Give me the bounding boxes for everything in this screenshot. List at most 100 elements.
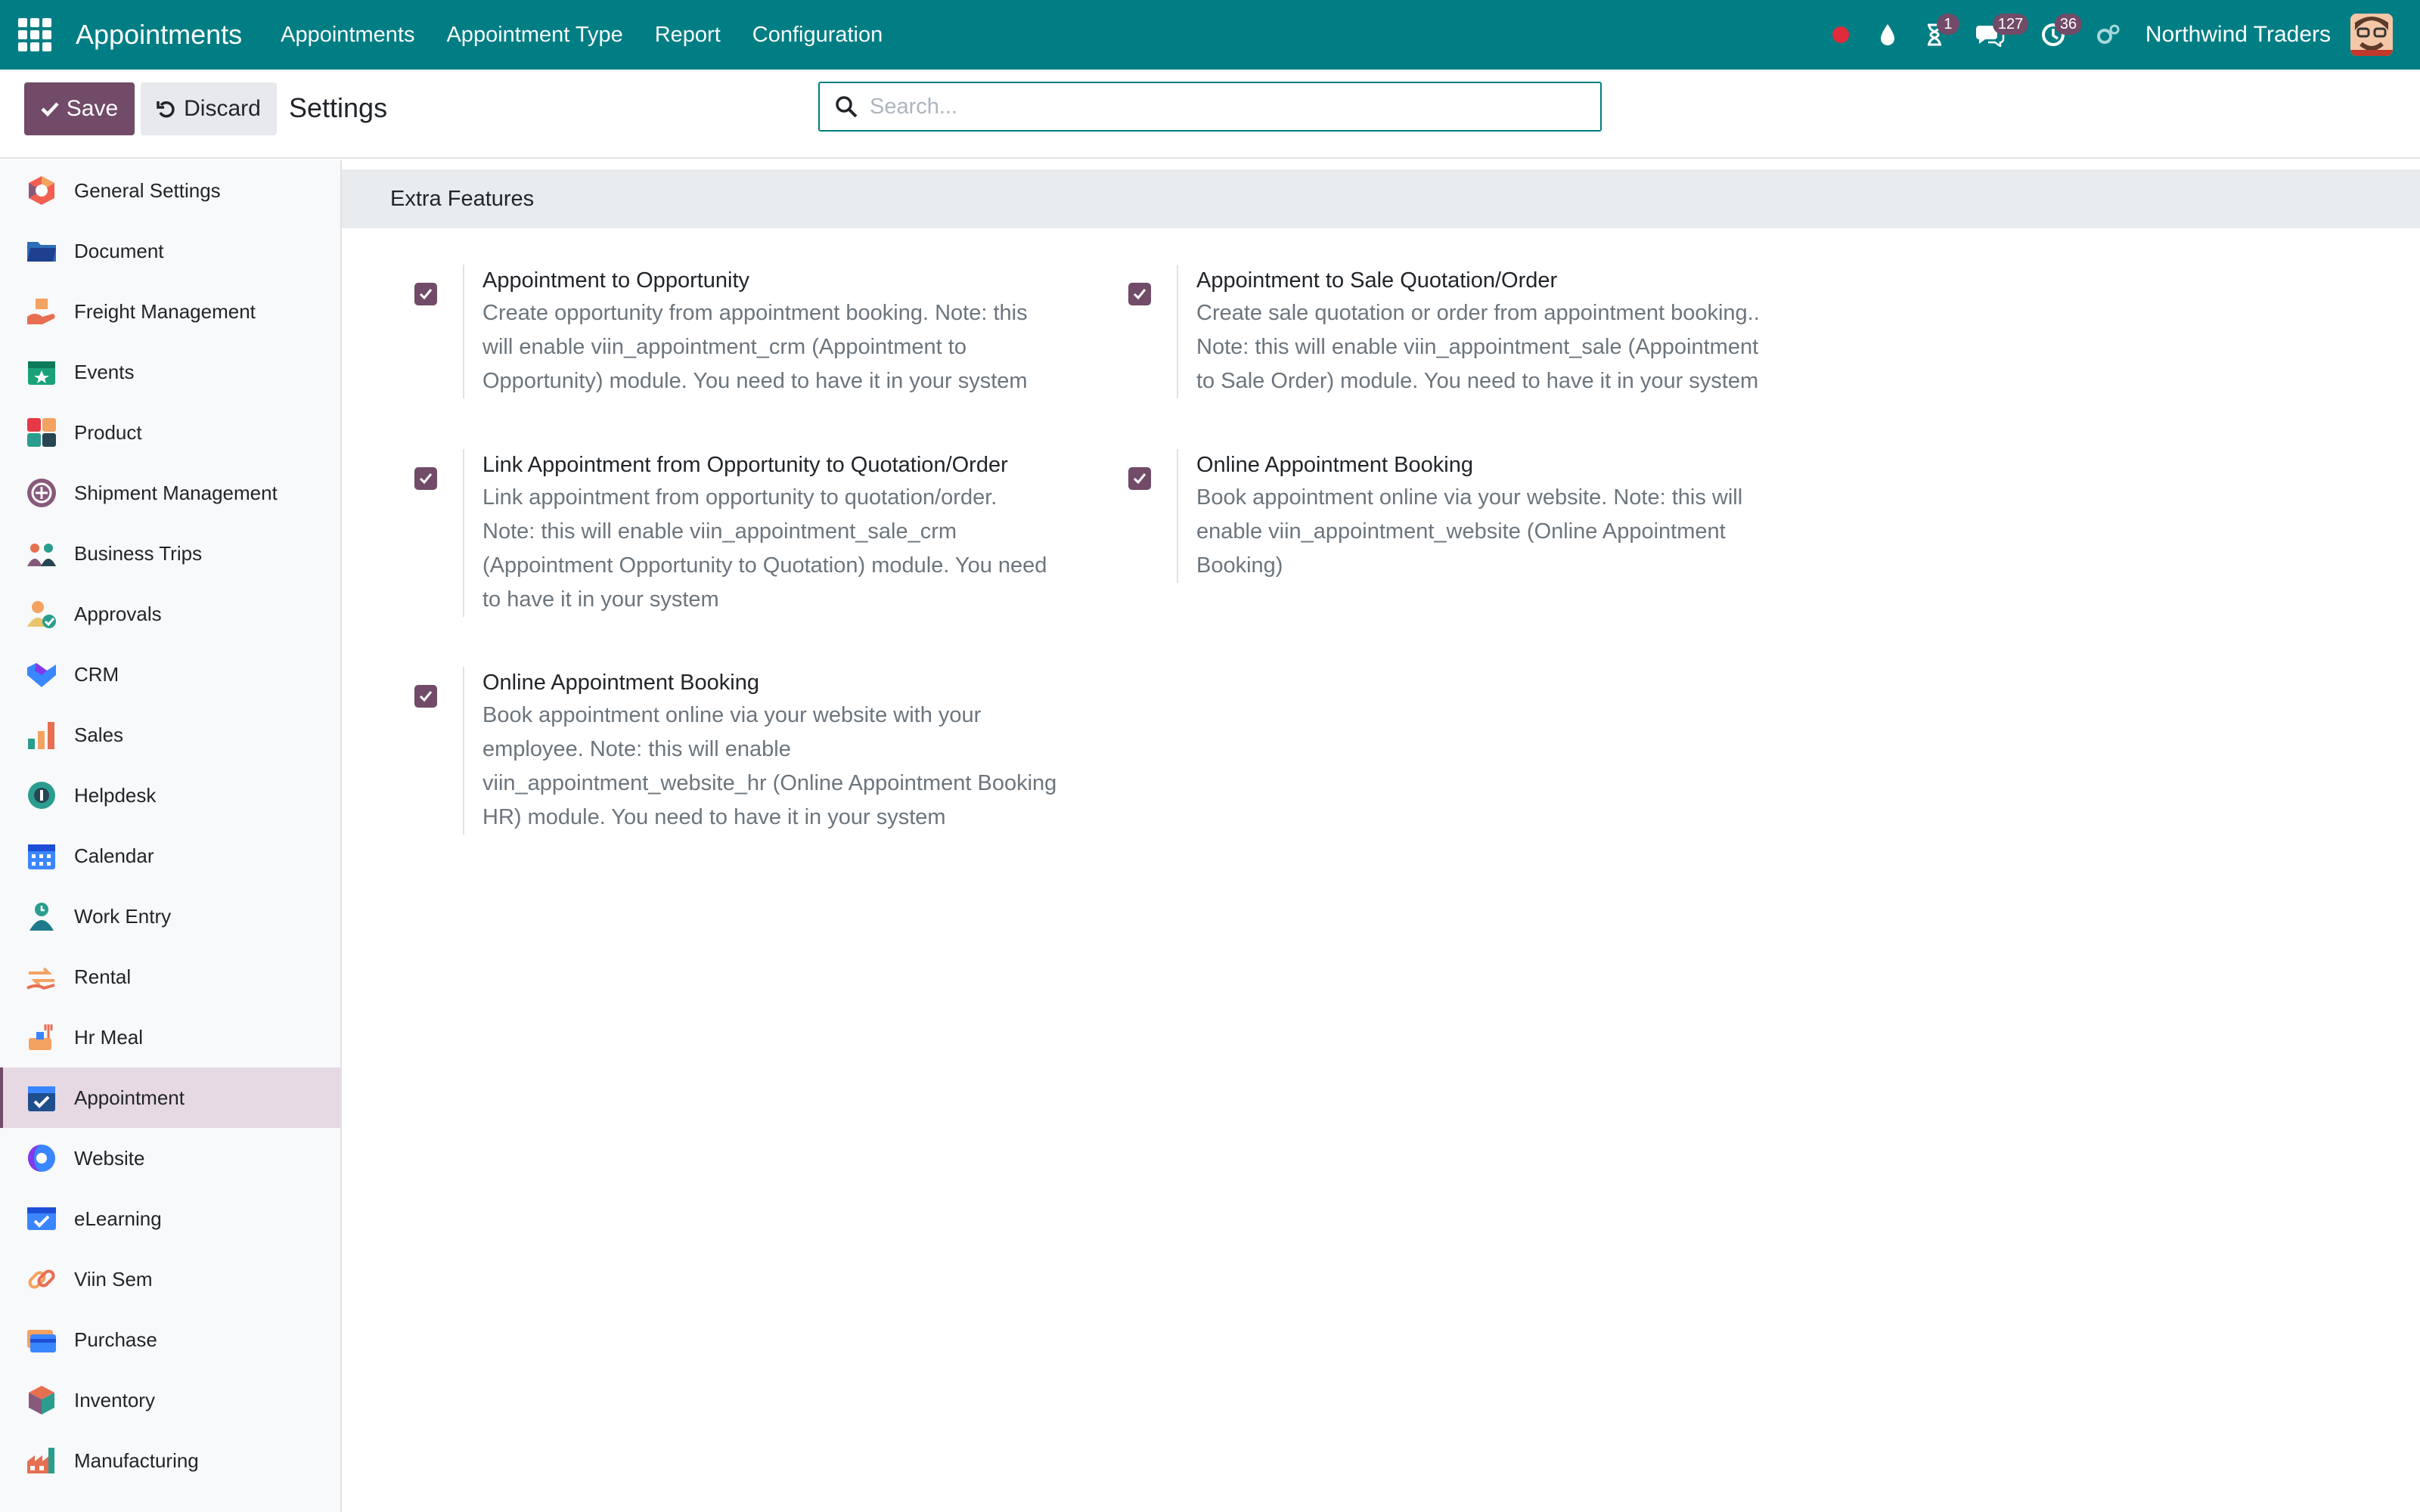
sidebar-item-freight-management[interactable]: Freight Management [0, 281, 340, 342]
setting-label[interactable]: Online Appointment Booking [1196, 449, 1742, 481]
sidebar-item-document[interactable]: Document [0, 221, 340, 281]
shipment-icon [26, 477, 57, 509]
sidebar-item-hr-meal[interactable]: Hr Meal [0, 1007, 340, 1067]
rental-icon [26, 961, 57, 993]
general-settings-icon [26, 175, 57, 206]
app-brand[interactable]: Appointments [76, 19, 242, 51]
menu-report[interactable]: Report [655, 23, 721, 48]
desc-line: Book appointment online via your website… [1196, 485, 1743, 510]
sidebar-item-elearning[interactable]: eLearning [0, 1188, 340, 1249]
sidebar-item-label: eLearning [74, 1207, 162, 1230]
sidebar-item-label: Product [74, 420, 142, 444]
setting-description: Book appointment online via your website… [1196, 481, 1742, 583]
sidebar-item-label: Viin Sem [74, 1267, 153, 1290]
section-title: Extra Features [390, 186, 535, 211]
viin-sem-icon [26, 1263, 57, 1295]
hr-meal-icon [26, 1021, 57, 1053]
setting-description: Create sale quotation or order from appo… [1196, 296, 1760, 398]
setting-description: Book appointment online via your website… [482, 699, 1056, 835]
sidebar-item-events[interactable]: Events [0, 342, 340, 402]
messages-icon[interactable]: 127 [1958, 0, 2029, 70]
sidebar-item-crm[interactable]: CRM [0, 644, 340, 705]
sidebar-item-label: Shipment Management [74, 481, 278, 504]
checkbox-online-appointment-booking[interactable] [1128, 467, 1151, 490]
search-input[interactable] [870, 94, 1550, 119]
sidebar-item-appointment[interactable]: Appointment [0, 1067, 340, 1128]
checkbox-online-appointment-booking-hr[interactable] [414, 685, 437, 708]
search-box[interactable] [818, 82, 1602, 132]
sidebar-item-label: Freight Management [74, 299, 256, 323]
setting-body: Online Appointment Booking Book appointm… [1177, 449, 1742, 583]
desc-line: (Appointment Opportunity to Quotation) m… [482, 553, 1047, 578]
sidebar-item-manufacturing[interactable]: Manufacturing [0, 1430, 340, 1491]
sidebar-item-business-trips[interactable]: Business Trips [0, 523, 340, 584]
sidebar-item-purchase[interactable]: Purchase [0, 1309, 340, 1370]
sidebar-item-inventory[interactable]: Inventory [0, 1370, 340, 1430]
menu-configuration[interactable]: Configuration [752, 23, 883, 48]
sidebar-item-label: Business Trips [74, 541, 203, 565]
sidebar-item-label: Manufacturing [74, 1448, 199, 1472]
setting-body: Appointment to Opportunity Create opport… [463, 265, 1028, 398]
purchase-icon [26, 1324, 57, 1356]
discard-button[interactable]: Discard [141, 82, 277, 135]
menu-appointment-type[interactable]: Appointment Type [446, 23, 622, 48]
sidebar-item-label: Sales [74, 723, 124, 746]
sidebar-item-calendar[interactable]: Calendar [0, 826, 340, 886]
setting-body: Link Appointment from Opportunity to Quo… [463, 449, 1047, 617]
desc-line: Create opportunity from appointment book… [482, 301, 1028, 325]
setting-label[interactable]: Appointment to Opportunity [482, 265, 1028, 296]
desc-line: viin_appointment_website_hr (Online Appo… [482, 771, 1057, 795]
setting-label[interactable]: Appointment to Sale Quotation/Order [1196, 265, 1760, 296]
inventory-icon [26, 1384, 57, 1416]
drop-icon[interactable] [1864, 0, 1911, 70]
sidebar-item-work-entry[interactable]: Work Entry [0, 886, 340, 947]
activities-badge: 1 [1936, 14, 1959, 35]
sidebar-item-label: Purchase [74, 1328, 157, 1351]
sidebar-item-general-settings[interactable]: General Settings [0, 160, 340, 221]
manufacturing-icon [26, 1445, 57, 1476]
setting-label[interactable]: Online Appointment Booking [482, 667, 1056, 699]
setting-body: Appointment to Sale Quotation/Order Crea… [1177, 265, 1760, 398]
sidebar-item-label: Calendar [74, 844, 154, 867]
sidebar-item-label: Rental [74, 965, 132, 988]
setting-description: Link appointment from opportunity to quo… [482, 481, 1047, 617]
sidebar-item-label: General Settings [74, 178, 221, 202]
folder-icon [26, 235, 57, 267]
recording-icon[interactable] [1817, 0, 1864, 70]
menu-appointments[interactable]: Appointments [281, 23, 414, 48]
sidebar-item-label: Document [74, 239, 164, 262]
apps-menu-icon[interactable] [0, 0, 70, 70]
sidebar-item-label: Work Entry [74, 904, 172, 928]
setting-label[interactable]: Link Appointment from Opportunity to Quo… [482, 449, 1047, 481]
checkbox-link-appointment[interactable] [414, 467, 437, 490]
sidebar-item-helpdesk[interactable]: Helpdesk [0, 765, 340, 826]
user-avatar[interactable] [2350, 14, 2393, 56]
sidebar-item-sales[interactable]: Sales [0, 705, 340, 765]
approvals-icon [26, 598, 57, 630]
sidebar-item-shipment-management[interactable]: Shipment Management [0, 463, 340, 523]
helpdesk-icon [26, 779, 57, 811]
top-navbar: Appointments Appointments Appointment Ty… [0, 0, 2420, 70]
desc-line: Link appointment from opportunity to quo… [482, 485, 997, 510]
checkbox-appointment-to-sale[interactable] [1128, 283, 1151, 305]
sidebar-item-label: Approvals [74, 602, 162, 625]
desc-line: Note: this will enable viin_appointment_… [1196, 335, 1759, 359]
company-name[interactable]: Northwind Traders [2145, 22, 2331, 48]
setting-description: Create opportunity from appointment book… [482, 296, 1028, 398]
sidebar-item-approvals[interactable]: Approvals [0, 584, 340, 644]
sidebar-item-rental[interactable]: Rental [0, 947, 340, 1007]
sidebar-item-product[interactable]: Product [0, 402, 340, 463]
calendar-icon [26, 840, 57, 872]
save-button[interactable]: Save [24, 82, 135, 135]
checkbox-appointment-to-opportunity[interactable] [414, 283, 437, 305]
company-switch-gears-icon[interactable] [2085, 0, 2132, 70]
desc-line: Book appointment online via your website… [482, 703, 982, 727]
sidebar-item-label: Inventory [74, 1388, 155, 1411]
sidebar-item-website[interactable]: Website [0, 1128, 340, 1188]
sidebar-item-viin-sem[interactable]: Viin Sem [0, 1249, 340, 1309]
sidebar-item-label: Hr Meal [74, 1025, 144, 1049]
settings-sidebar: General Settings Document Freight Manage… [0, 160, 342, 1512]
activities-hourglass-icon[interactable]: 1 [1911, 0, 1959, 70]
timesheet-clock-icon[interactable]: 36 [2021, 0, 2085, 70]
search-icon [835, 95, 858, 118]
